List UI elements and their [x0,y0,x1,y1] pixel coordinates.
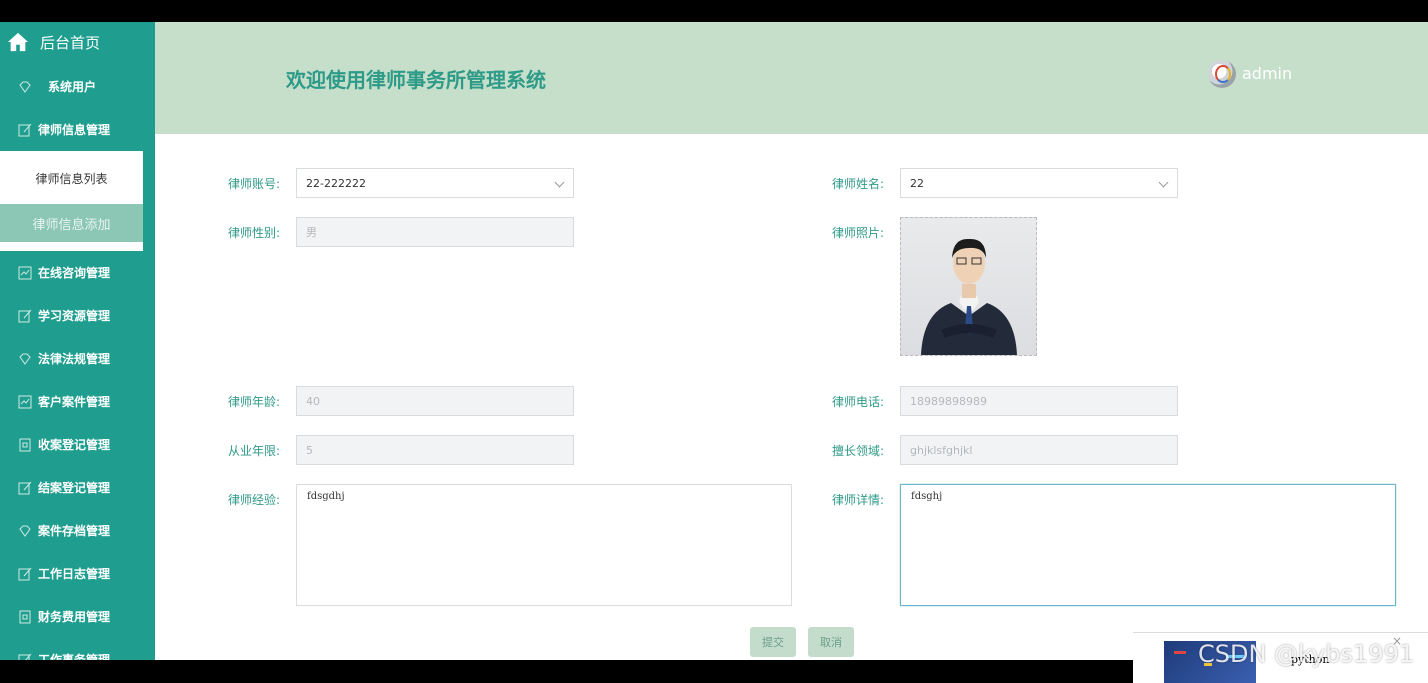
specialty-label: 擅长领域: [831,444,884,458]
chart-icon [18,266,32,279]
sidebar-item-label: 法律法规管理 [38,352,111,366]
phone-label: 律师电话: [831,395,884,409]
doc-icon [19,438,31,451]
sidebar-item-case-intake[interactable]: 收案登记管理 [0,423,155,466]
sidebar-home-label: 后台首页 [40,33,101,52]
sidebar-sub-lawyer-add[interactable]: 律师信息添加 [0,204,143,242]
top-black-bar [0,0,1428,22]
gender-label: 律师性别: [227,226,280,240]
age-label: 律师年龄: [227,395,280,409]
lawyer-form: 律师账号: 22-222222 律师姓名: 22 律师性别: 男 律师照片: 律… [155,134,1428,660]
username[interactable]: admin [1242,64,1292,83]
close-icon[interactable]: × [1392,634,1402,648]
account-value: 22-222222 [306,176,366,190]
name-value: 22 [910,176,924,190]
details-label: 律师详情: [831,493,884,507]
sidebar-item-label: 收案登记管理 [38,438,111,452]
sidebar-item-finance[interactable]: 财务费用管理 [0,595,155,638]
chevron-down-icon [554,177,565,188]
sidebar-item-label: 在线咨询管理 [38,266,111,280]
years-input[interactable]: 5 [296,435,574,465]
sidebar-item-label: 系统用户 [48,80,97,94]
diamond-icon [19,525,31,537]
sidebar-item-consultation[interactable]: 在线咨询管理 [0,251,155,294]
name-select[interactable]: 22 [900,168,1178,198]
sidebar-item-label: 结案登记管理 [38,481,111,495]
diamond-icon [19,353,31,365]
sidebar-item-label: 律师信息管理 [38,123,111,137]
sidebar-item-label: 客户案件管理 [38,395,111,409]
years-label: 从业年限: [227,444,280,458]
watermark: CSDN @kybs1991 [1198,640,1415,668]
lawyer-portrait-image [921,238,1017,355]
name-label: 律师姓名: [831,177,884,191]
experience-textarea[interactable]: fdsgdhj [296,484,792,606]
home-icon [7,32,29,52]
details-textarea[interactable]: fdsghj [900,484,1396,606]
chevron-down-icon [1158,177,1169,188]
sidebar-item-label: 工作事务管理 [38,653,111,660]
age-input[interactable]: 40 [296,386,574,416]
sidebar: 后台首页 系统用户 律师信息管理 律师信息列表 律师信息添加 在线咨询管理 学习… [0,22,155,660]
cancel-button[interactable]: 取消 [808,627,854,657]
edit-icon [18,653,32,660]
photo-label: 律师照片: [831,226,884,240]
edit-icon [18,481,32,494]
sidebar-home[interactable]: 后台首页 [0,22,155,62]
sidebar-item-label: 学习资源管理 [38,309,111,323]
lawyer-photo[interactable] [900,217,1037,356]
sidebar-item-affairs[interactable]: 工作事务管理 [0,638,155,660]
sidebar-sub-lawyer-list[interactable]: 律师信息列表 [0,159,143,197]
diamond-icon [19,81,31,93]
sidebar-item-case-closing[interactable]: 结案登记管理 [0,466,155,509]
submit-button[interactable]: 提交 [750,627,796,657]
edit-icon [18,567,32,580]
header: 欢迎使用律师事务所管理系统 admin [155,22,1428,134]
sidebar-item-system-users[interactable]: 系统用户 [0,65,155,108]
sidebar-item-learning[interactable]: 学习资源管理 [0,294,155,337]
sidebar-item-label: 工作日志管理 [38,567,111,581]
sidebar-item-case-archive[interactable]: 案件存档管理 [0,509,155,552]
phone-input[interactable]: 18989898989 [900,386,1178,416]
edit-icon [18,123,32,136]
edit-icon [18,309,32,322]
gender-input[interactable]: 男 [296,217,574,247]
sidebar-item-laws[interactable]: 法律法规管理 [0,337,155,380]
chart-icon [18,395,32,408]
sidebar-item-label: 案件存档管理 [38,524,111,538]
sidebar-item-lawyer-info[interactable]: 律师信息管理 [0,108,155,151]
sidebar-item-label: 财务费用管理 [38,610,111,624]
specialty-input[interactable]: ghjklsfghjkl [900,435,1178,465]
account-label: 律师账号: [227,177,280,191]
page-title: 欢迎使用律师事务所管理系统 [286,68,546,92]
avatar[interactable] [1208,60,1236,88]
doc-icon [19,610,31,623]
account-select[interactable]: 22-222222 [296,168,574,198]
sidebar-item-client-cases[interactable]: 客户案件管理 [0,380,155,423]
sidebar-item-work-log[interactable]: 工作日志管理 [0,552,155,595]
experience-label: 律师经验: [227,493,280,507]
